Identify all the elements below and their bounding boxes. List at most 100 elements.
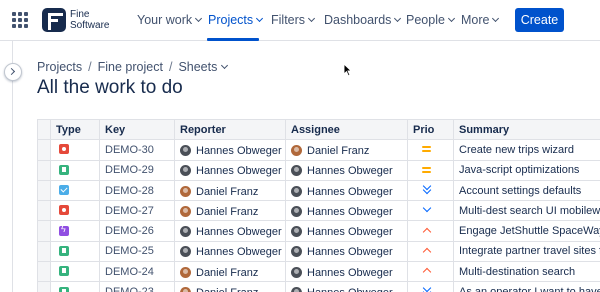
high-priority-icon bbox=[421, 226, 433, 236]
table-row[interactable]: DEMO-28 Daniel Franz Hannes Obweger Account… bbox=[37, 179, 600, 202]
row-number-cell[interactable] bbox=[37, 281, 51, 292]
table-row[interactable]: DEMO-30 Hannes Obweger Daniel Franz Create … bbox=[37, 139, 600, 161]
column-header-assignee[interactable]: Assignee bbox=[285, 119, 408, 141]
reporter-name: Hannes Obweger bbox=[196, 165, 282, 178]
reporter-cell[interactable]: Hannes Obweger bbox=[174, 240, 286, 263]
row-number-cell[interactable] bbox=[37, 261, 51, 283]
summary-cell[interactable]: Account settings defaults bbox=[453, 179, 600, 202]
expand-sidebar-chevron-icon[interactable] bbox=[4, 63, 22, 81]
key-cell[interactable]: DEMO-27 bbox=[99, 200, 175, 222]
summary-cell[interactable]: Multi-destination search bbox=[453, 261, 600, 283]
nav-your-work[interactable]: Your work bbox=[137, 13, 203, 27]
table-row[interactable]: DEMO-25 Hannes Obweger Hannes Obweger Integ… bbox=[37, 240, 600, 263]
type-cell[interactable] bbox=[50, 179, 100, 202]
prio-cell[interactable] bbox=[407, 220, 454, 242]
assignee-name: Hannes Obweger bbox=[307, 246, 393, 259]
breadcrumb-projects[interactable]: Projects bbox=[37, 60, 82, 74]
avatar bbox=[291, 287, 302, 292]
breadcrumb-fine-project[interactable]: Fine project bbox=[98, 60, 163, 74]
column-header-prio[interactable]: Prio bbox=[407, 119, 454, 141]
column-header-key[interactable]: Key bbox=[99, 119, 175, 141]
row-number-cell[interactable] bbox=[37, 139, 51, 161]
breadcrumb-separator: / bbox=[88, 60, 92, 74]
reporter-name: Daniel Franz bbox=[196, 266, 259, 279]
key-cell[interactable]: DEMO-24 bbox=[99, 261, 175, 283]
reporter-cell[interactable]: Daniel Franz bbox=[174, 179, 286, 202]
summary-cell[interactable]: Engage JetShuttle SpaceWays fo bbox=[453, 220, 600, 242]
brand-name[interactable]: Fine Software bbox=[70, 9, 109, 31]
row-number-cell[interactable] bbox=[37, 179, 51, 202]
assignee-name: Hannes Obweger bbox=[307, 165, 393, 178]
avatar bbox=[291, 266, 302, 278]
app-switcher-icon[interactable] bbox=[12, 12, 28, 28]
type-cell[interactable] bbox=[50, 240, 100, 263]
key-cell[interactable]: DEMO-29 bbox=[99, 159, 175, 181]
prio-cell[interactable] bbox=[407, 240, 454, 263]
nav-dashboards[interactable]: Dashboards bbox=[324, 13, 402, 27]
story-icon bbox=[59, 164, 69, 175]
table-row[interactable]: DEMO-29 Hannes Obweger Hannes Obweger Java-… bbox=[37, 159, 600, 181]
table-row[interactable]: DEMO-24 Daniel Franz Hannes Obweger Multi-d… bbox=[37, 261, 600, 283]
prio-cell[interactable] bbox=[407, 139, 454, 161]
breadcrumb-sheets[interactable]: Sheets bbox=[178, 60, 229, 74]
reporter-cell[interactable]: Hannes Obweger bbox=[174, 159, 286, 181]
fine-software-logo-icon[interactable] bbox=[42, 8, 66, 32]
summary-cell[interactable]: Create new trips wizard bbox=[453, 139, 600, 161]
assignee-cell[interactable]: Hannes Obweger bbox=[285, 220, 408, 242]
bug-icon bbox=[59, 144, 69, 155]
row-number-cell[interactable] bbox=[37, 220, 51, 242]
summary-cell[interactable]: As an operator I want to have a t bbox=[453, 281, 600, 292]
key-cell[interactable]: DEMO-25 bbox=[99, 240, 175, 263]
key-cell[interactable]: DEMO-28 bbox=[99, 179, 175, 202]
table-row[interactable]: DEMO-23 Daniel Franz Hannes Obweger As an o… bbox=[37, 281, 600, 292]
reporter-cell[interactable]: Hannes Obweger bbox=[174, 139, 286, 161]
reporter-cell[interactable]: Daniel Franz bbox=[174, 200, 286, 222]
key-cell[interactable]: DEMO-26 bbox=[99, 220, 175, 242]
key-cell[interactable]: DEMO-23 bbox=[99, 281, 175, 292]
column-header-summary[interactable]: Summary bbox=[453, 119, 600, 141]
table-row[interactable]: DEMO-26 Hannes Obweger Hannes Obweger Engag… bbox=[37, 220, 600, 242]
row-number-cell[interactable] bbox=[37, 200, 51, 222]
nav-people[interactable]: People bbox=[406, 13, 455, 27]
reporter-cell[interactable]: Daniel Franz bbox=[174, 281, 286, 292]
summary-cell[interactable]: Multi-dest search UI mobilewebs bbox=[453, 200, 600, 222]
assignee-cell[interactable]: Hannes Obweger bbox=[285, 200, 408, 222]
type-cell[interactable] bbox=[50, 261, 100, 283]
reporter-cell[interactable]: Hannes Obweger bbox=[174, 220, 286, 242]
key-cell[interactable]: DEMO-30 bbox=[99, 139, 175, 161]
prio-cell[interactable] bbox=[407, 159, 454, 181]
assignee-name: Hannes Obweger bbox=[307, 226, 393, 239]
nav-more-label: More bbox=[461, 13, 490, 27]
column-header-type[interactable]: Type bbox=[50, 119, 100, 141]
assignee-cell[interactable]: Daniel Franz bbox=[285, 139, 408, 161]
reporter-name: Hannes Obweger bbox=[196, 144, 282, 157]
type-cell[interactable] bbox=[50, 281, 100, 292]
type-cell[interactable] bbox=[50, 200, 100, 222]
prio-cell[interactable] bbox=[407, 179, 454, 202]
table-row[interactable]: DEMO-27 Daniel Franz Hannes Obweger Multi-d… bbox=[37, 200, 600, 222]
summary-cell[interactable]: Integrate partner travel sites foo bbox=[453, 240, 600, 263]
type-cell[interactable] bbox=[50, 139, 100, 161]
top-navigation: Fine Software Your work Projects Filters… bbox=[0, 0, 600, 41]
reporter-cell[interactable]: Daniel Franz bbox=[174, 261, 286, 283]
prio-cell[interactable] bbox=[407, 261, 454, 283]
nav-filters[interactable]: Filters bbox=[271, 13, 316, 27]
create-button[interactable]: Create bbox=[515, 8, 564, 32]
type-cell[interactable] bbox=[50, 220, 100, 242]
chevron-down-icon bbox=[394, 14, 402, 23]
row-number-cell[interactable] bbox=[37, 240, 51, 263]
summary-cell[interactable]: Java-script optimizations bbox=[453, 159, 600, 181]
assignee-cell[interactable]: Hannes Obweger bbox=[285, 159, 408, 181]
assignee-name: Hannes Obweger bbox=[307, 266, 393, 279]
nav-projects[interactable]: Projects bbox=[208, 13, 264, 27]
assignee-cell[interactable]: Hannes Obweger bbox=[285, 281, 408, 292]
assignee-cell[interactable]: Hannes Obweger bbox=[285, 261, 408, 283]
assignee-cell[interactable]: Hannes Obweger bbox=[285, 179, 408, 202]
prio-cell[interactable] bbox=[407, 200, 454, 222]
nav-more[interactable]: More bbox=[461, 13, 500, 27]
prio-cell[interactable] bbox=[407, 281, 454, 292]
column-header-reporter[interactable]: Reporter bbox=[174, 119, 286, 141]
type-cell[interactable] bbox=[50, 159, 100, 181]
row-number-cell[interactable] bbox=[37, 159, 51, 181]
assignee-cell[interactable]: Hannes Obweger bbox=[285, 240, 408, 263]
